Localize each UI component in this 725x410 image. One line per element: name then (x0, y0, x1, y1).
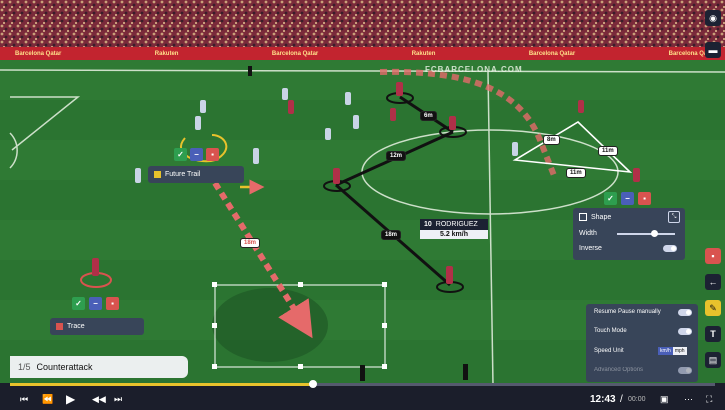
camera-icon[interactable]: ▣ (660, 394, 669, 405)
touch-toggle[interactable] (678, 328, 692, 335)
confirm-icon[interactable]: ✓ (604, 192, 617, 205)
resume-label: Resume Pause manually (594, 309, 661, 315)
clip-label[interactable]: 1/5 Counterattack (10, 356, 188, 378)
speed-option-mph[interactable]: mph (672, 347, 687, 355)
trace-color-swatch (56, 323, 63, 330)
player-name: RODRIGUEZ (435, 221, 478, 228)
current-time: 12:43 (590, 393, 616, 405)
touch-label: Touch Mode (594, 328, 627, 334)
shape-panel[interactable]: Shape ⤡ Width Inverse (573, 208, 685, 260)
resume-toggle[interactable] (678, 309, 692, 316)
timeline-progress (10, 383, 314, 386)
distance-tag: 18m (240, 238, 261, 248)
time-separator: / (620, 393, 623, 405)
back-step-icon[interactable]: ◀◀ (92, 394, 106, 405)
width-slider[interactable] (617, 230, 675, 237)
rewind-icon[interactable]: ⏪ (42, 394, 53, 405)
settings-panel: Resume Pause manually Touch Mode Speed U… (586, 304, 698, 382)
delete-icon[interactable]: ▪ (705, 248, 721, 264)
shape-title: Shape (591, 213, 612, 221)
trash-icon[interactable]: ▪ (638, 192, 651, 205)
total-time: 00:00 (628, 395, 646, 403)
player-number: 10 (424, 221, 432, 228)
trail-color-swatch (154, 171, 161, 178)
trace-label: Trace (67, 323, 85, 330)
timeline[interactable] (10, 380, 715, 388)
text-icon[interactable]: T (705, 326, 721, 342)
clip-counter: 1/5 (18, 362, 31, 372)
future-trail-label: Future Trail (165, 171, 201, 178)
expand-icon[interactable]: ⤡ (668, 211, 680, 223)
inverse-label: Inverse (579, 245, 602, 252)
minus-icon[interactable]: − (89, 297, 102, 310)
confirm-icon[interactable]: ✓ (174, 148, 187, 161)
fullscreen-icon[interactable]: ⛶ (706, 394, 712, 405)
minus-icon[interactable]: − (621, 192, 634, 205)
menu-icon[interactable]: ▬ (705, 42, 721, 58)
distance-tag: 11m (566, 168, 586, 178)
extra-label: Advanced Options (594, 367, 644, 373)
trash-icon[interactable]: ▪ (106, 297, 119, 310)
video-stage[interactable]: Barcelona Qatar Rakuten Barcelona Qatar Rak… (0, 0, 725, 410)
distance-tag: 18m (381, 230, 402, 240)
clip-title: Counterattack (36, 362, 93, 372)
web-text: FCBARCELONA.COM (425, 65, 523, 74)
width-slider-thumb[interactable] (651, 230, 658, 237)
speed-unit-selector[interactable]: km/h mph (658, 347, 687, 355)
trash-icon[interactable]: ▪ (206, 148, 219, 161)
chat-icon[interactable]: ▤ (705, 352, 721, 368)
speed-label: Speed Unit (594, 348, 624, 354)
trace-panel[interactable]: Trace (50, 318, 144, 335)
skip-end-icon[interactable]: ⏭ (114, 394, 122, 405)
future-trail-panel[interactable]: Future Trail (148, 166, 244, 183)
inverse-toggle[interactable] (663, 245, 677, 252)
play-icon[interactable]: ▶ (66, 392, 75, 406)
zone-ellipse (212, 288, 328, 362)
distance-tag: 8m (543, 135, 560, 145)
minus-icon[interactable]: − (190, 148, 203, 161)
shape-color-swatch (579, 213, 587, 221)
pen-icon[interactable]: ✎ (705, 300, 721, 316)
player-speed: 5.2 km/h (420, 230, 488, 239)
player-tag[interactable]: 10 RODRIGUEZ 5.2 km/h (420, 219, 488, 239)
extra-toggle[interactable] (678, 367, 692, 374)
player-controls: ⏮ ⏪ ▶ ◀◀ ⏭ 12:43 / 00:00 ▣ ⋯ ⛶ (0, 388, 725, 410)
back-icon[interactable]: ← (705, 274, 721, 290)
more-icon[interactable]: ⋯ (684, 394, 693, 405)
distance-tag: 11m (598, 146, 618, 156)
distance-tag: 12m (386, 151, 407, 161)
ad-board-text: Barcelona Qatar Rakuten Barcelona Qatar Rak… (15, 50, 715, 57)
crowd-stand (0, 0, 725, 55)
confirm-icon[interactable]: ✓ (72, 297, 85, 310)
speed-option-kmh[interactable]: km/h (658, 347, 673, 355)
width-label: Width (579, 230, 597, 237)
skip-start-icon[interactable]: ⏮ (20, 394, 28, 405)
top-right-icon[interactable]: ◉ (705, 10, 721, 26)
distance-tag: 6m (420, 111, 437, 121)
